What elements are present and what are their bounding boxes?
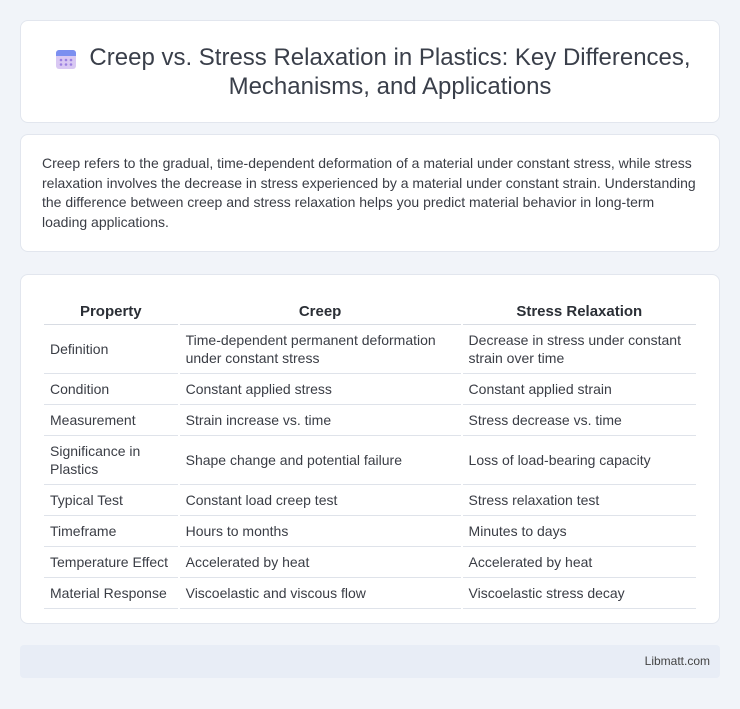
comparison-table: Property Creep Stress Relaxation Definit…: [42, 295, 698, 609]
header-stress-relaxation: Stress Relaxation: [462, 295, 696, 325]
footer: Libmatt.com: [20, 645, 720, 678]
page-title: Creep vs. Stress Relaxation in Plastics:…: [89, 44, 691, 100]
footer-site-link[interactable]: Libmatt.com: [645, 654, 710, 668]
row-property: Significance in Plastics: [44, 436, 178, 485]
table-row: Temperature Effect Accelerated by heat A…: [44, 547, 696, 578]
header-property: Property: [44, 295, 178, 325]
table-header-row: Property Creep Stress Relaxation: [44, 295, 696, 325]
row-stress-relaxation: Accelerated by heat: [462, 547, 696, 578]
row-property: Condition: [44, 374, 178, 405]
table-row: Measurement Strain increase vs. time Str…: [44, 405, 696, 436]
table-row: Typical Test Constant load creep test St…: [44, 485, 696, 516]
row-creep: Constant load creep test: [179, 485, 461, 516]
row-creep: Accelerated by heat: [179, 547, 461, 578]
row-stress-relaxation: Decrease in stress under constant strain…: [462, 325, 696, 374]
row-property: Typical Test: [44, 485, 178, 516]
row-creep: Constant applied stress: [179, 374, 461, 405]
row-stress-relaxation: Minutes to days: [462, 516, 696, 547]
intro-paragraph: Creep refers to the gradual, time-depend…: [42, 155, 696, 230]
table-row: Timeframe Hours to months Minutes to day…: [44, 516, 696, 547]
row-property: Material Response: [44, 578, 178, 609]
row-property: Temperature Effect: [44, 547, 178, 578]
comparison-card: Property Creep Stress Relaxation Definit…: [20, 274, 720, 624]
row-property: Timeframe: [44, 516, 178, 547]
row-property: Definition: [44, 325, 178, 374]
row-creep: Hours to months: [179, 516, 461, 547]
row-stress-relaxation: Viscoelastic stress decay: [462, 578, 696, 609]
table-row: Condition Constant applied stress Consta…: [44, 374, 696, 405]
row-property: Measurement: [44, 405, 178, 436]
row-stress-relaxation: Stress decrease vs. time: [462, 405, 696, 436]
title-card: Creep vs. Stress Relaxation in Plastics:…: [20, 20, 720, 123]
row-creep: Strain increase vs. time: [179, 405, 461, 436]
row-stress-relaxation: Constant applied strain: [462, 374, 696, 405]
table-row: Definition Time-dependent permanent defo…: [44, 325, 696, 374]
row-creep: Time-dependent permanent deformation und…: [179, 325, 461, 374]
table-row: Material Response Viscoelastic and visco…: [44, 578, 696, 609]
table-row: Significance in Plastics Shape change an…: [44, 436, 696, 485]
row-stress-relaxation: Stress relaxation test: [462, 485, 696, 516]
intro-card: Creep refers to the gradual, time-depend…: [20, 134, 720, 252]
row-creep: Shape change and potential failure: [179, 436, 461, 485]
row-creep: Viscoelastic and viscous flow: [179, 578, 461, 609]
header-creep: Creep: [179, 295, 461, 325]
row-stress-relaxation: Loss of load-bearing capacity: [462, 436, 696, 485]
